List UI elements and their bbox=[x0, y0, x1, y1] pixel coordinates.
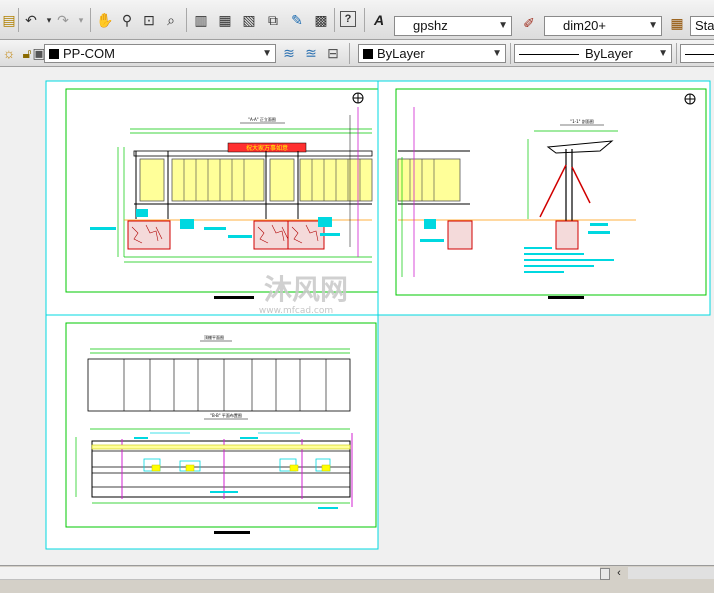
sheet3-title-top: 顶棚平面图 bbox=[204, 334, 224, 340]
layer-on-icon[interactable]: ☼ bbox=[0, 44, 18, 62]
chevron-down-icon: ▼ bbox=[498, 20, 508, 31]
text-style-value: gpshz bbox=[413, 18, 448, 33]
toolbar-separator bbox=[349, 43, 350, 64]
toolbar-separator bbox=[676, 43, 677, 64]
scroll-left-icon[interactable]: ‹ bbox=[612, 566, 626, 580]
scale-bar bbox=[548, 296, 584, 299]
scroll-track[interactable] bbox=[628, 567, 714, 579]
markup-icon[interactable]: ✎ bbox=[288, 11, 306, 29]
chevron-down-icon: ▼ bbox=[648, 20, 658, 31]
dim-style-value: dim20+ bbox=[563, 18, 606, 33]
chevron-down-icon: ▼ bbox=[492, 48, 502, 59]
zoom-window-icon[interactable]: ⊡ bbox=[140, 11, 158, 29]
drawing-svg: "A-A" 正立面图 祝大家万事如意 "1-1" 剖面图 顶棚平面图 "B-B"… bbox=[45, 80, 711, 550]
help-icon[interactable]: ? bbox=[340, 11, 356, 27]
text-style-select[interactable]: gpshz ▼ bbox=[394, 16, 512, 36]
scale-bar bbox=[214, 296, 254, 299]
chevron-down-icon: ▼ bbox=[658, 48, 668, 59]
layer-manager-icon[interactable]: ≋ bbox=[280, 44, 298, 62]
redo-icon[interactable]: ↷ bbox=[54, 11, 72, 29]
watermark-text: 沐风网 bbox=[264, 273, 348, 306]
toolbar-separator bbox=[18, 8, 19, 32]
horizontal-scrollbar[interactable]: ‹ bbox=[0, 565, 714, 593]
redo-dropdown-icon[interactable]: ▾ bbox=[72, 11, 90, 29]
color-select[interactable]: ByLayer ▼ bbox=[358, 44, 506, 63]
toolbar-separator bbox=[334, 8, 335, 32]
layout-tab-strip[interactable] bbox=[0, 567, 600, 580]
sheet-set-icon[interactable]: ⧉ bbox=[264, 11, 282, 29]
calculator-icon[interactable]: ▩ bbox=[312, 11, 330, 29]
layer-select[interactable]: PP-COM ▼ bbox=[44, 44, 276, 63]
drawing-canvas[interactable]: "A-A" 正立面图 祝大家万事如意 "1-1" 剖面图 顶棚平面图 "B-B"… bbox=[0, 67, 714, 565]
design-center-icon[interactable]: ▦ bbox=[216, 11, 234, 29]
color-value: ByLayer bbox=[377, 46, 425, 61]
toolbar-separator bbox=[186, 8, 187, 32]
lineweight-swatch bbox=[685, 54, 714, 55]
zoom-realtime-icon[interactable]: ⚲ bbox=[118, 11, 136, 29]
sheet1-title: "A-A" 正立面图 bbox=[248, 116, 276, 122]
layer-value: PP-COM bbox=[63, 46, 115, 61]
layers-toolbar: ☼ 🔓︎ ▣ PP-COM ▼ ≋ ≊ ⊟ ByLayer ▼ ByLayer … bbox=[0, 40, 714, 67]
chevron-down-icon: ▼ bbox=[262, 48, 272, 59]
shelter-sign-text: 祝大家万事如意 bbox=[246, 144, 288, 152]
scroll-splitter[interactable] bbox=[600, 568, 610, 580]
linetype-swatch bbox=[519, 54, 579, 55]
pan-icon[interactable]: ✋ bbox=[96, 11, 114, 29]
layer-color-swatch bbox=[49, 49, 59, 59]
toolbar-separator bbox=[364, 8, 365, 32]
table-style-select[interactable]: Sta bbox=[690, 16, 714, 36]
toolbar-separator bbox=[510, 43, 511, 64]
table-style-value: Sta bbox=[695, 18, 714, 33]
tool-palettes-icon[interactable]: ▧ bbox=[240, 11, 258, 29]
linetype-value: ByLayer bbox=[585, 46, 633, 61]
color-swatch bbox=[363, 49, 373, 59]
watermark-url: www.mfcad.com bbox=[259, 306, 333, 316]
text-style-icon[interactable]: A bbox=[370, 11, 388, 29]
open-icon[interactable]: ▤ bbox=[0, 11, 18, 29]
table-style-icon[interactable]: ▦ bbox=[668, 14, 686, 32]
dim-style-select[interactable]: dim20+ ▼ bbox=[544, 16, 662, 36]
standard-toolbar: ▤ ↶ ▾ ↷ ▾ ✋ ⚲ ⊡ ⌕ ▥ ▦ ▧ ⧉ ✎ ▩ ? A gpshz … bbox=[0, 0, 714, 40]
dim-style-icon[interactable]: ✐ bbox=[520, 14, 538, 32]
undo-icon[interactable]: ↶ bbox=[22, 11, 40, 29]
sheet-boundary bbox=[45, 314, 379, 550]
layer-previous-icon[interactable]: ≊ bbox=[302, 44, 320, 62]
sheet2-title: "1-1" 剖面图 bbox=[570, 118, 593, 124]
sheet-section[interactable]: "1-1" 剖面图 bbox=[377, 80, 711, 316]
zoom-previous-icon[interactable]: ⌕ bbox=[162, 11, 180, 29]
lineweight-select[interactable] bbox=[680, 44, 714, 63]
sheet3-title-bottom: "B-B" 平面布置图 bbox=[210, 412, 242, 418]
linetype-select[interactable]: ByLayer ▼ bbox=[514, 44, 672, 63]
layer-state-icon[interactable]: ⊟ bbox=[324, 44, 342, 62]
toolbar-separator bbox=[90, 8, 91, 32]
sheet-plan[interactable]: 顶棚平面图 "B-B" 平面布置图 bbox=[45, 314, 379, 550]
scale-bar bbox=[214, 531, 250, 534]
properties-icon[interactable]: ▥ bbox=[192, 11, 210, 29]
